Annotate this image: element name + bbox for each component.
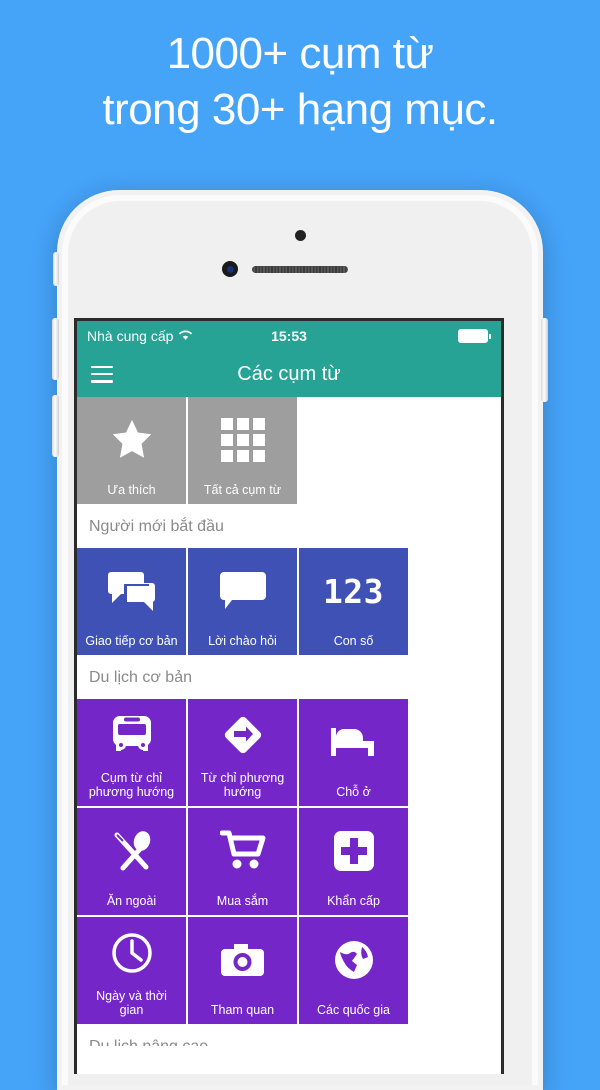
power-button[interactable] <box>541 318 548 402</box>
app-nav-bar: Các cụm từ <box>77 351 501 397</box>
tile-label: Ăn ngoài <box>106 894 157 908</box>
tile-row-beginner: Giao tiếp cơ bản Lời chào hỏi 123 Con số <box>77 548 501 655</box>
headline-line-1: 1000+ cụm từ <box>166 29 434 78</box>
battery-full-icon <box>458 329 491 343</box>
tile-label: Từ chỉ phương hướng <box>200 771 285 799</box>
direction-sign-icon <box>188 699 297 771</box>
chat-bubbles-icon <box>77 548 186 634</box>
silent-switch-button[interactable] <box>53 252 59 286</box>
tile-eating-out[interactable]: Ăn ngoài <box>77 808 186 915</box>
tile-emergency[interactable]: Khẩn cấp <box>299 808 408 915</box>
proximity-sensor-icon <box>295 230 306 241</box>
star-icon <box>77 397 186 483</box>
camera-icon <box>188 917 297 1003</box>
tile-countries[interactable]: Các quốc gia <box>299 917 408 1024</box>
tile-favorites[interactable]: Ưa thích <box>77 397 186 504</box>
quick-access-tile-row: Ưa thích Tất cả cụm từ <box>77 397 501 504</box>
carrier-label: Nhà cung cấp <box>87 328 174 344</box>
tile-label: Khẩn cấp <box>327 894 380 908</box>
tile-label: Con số <box>333 634 374 648</box>
tile-all-phrases[interactable]: Tất cả cụm từ <box>188 397 297 504</box>
tile-label: Ngày và thời gian <box>96 989 167 1017</box>
section-header-beginner: Người mới bắt đầu <box>77 504 501 548</box>
numbers-glyph: 123 <box>322 571 385 611</box>
wifi-icon <box>178 328 193 344</box>
earpiece-speaker <box>252 266 348 273</box>
fork-spoon-icon <box>77 808 186 894</box>
tile-direction-words[interactable]: Từ chỉ phương hướng <box>188 699 297 806</box>
tile-accommodation[interactable]: Chỗ ở <box>299 699 408 806</box>
tile-label: Giao tiếp cơ bản <box>85 634 178 648</box>
status-bar: Nhà cung cấp 15:53 <box>77 321 501 351</box>
tile-label: Lời chào hỏi <box>208 634 277 648</box>
numbers-123-icon: 123 <box>299 548 408 634</box>
bed-icon <box>299 699 408 785</box>
tile-numbers[interactable]: 123 Con số <box>299 548 408 655</box>
tile-label: Các quốc gia <box>317 1003 390 1017</box>
tile-label: Ưa thích <box>107 483 156 497</box>
headline-line-2: trong 30+ hạng mục. <box>102 85 498 134</box>
tile-shopping[interactable]: Mua sắm <box>188 808 297 915</box>
clock-icon <box>77 917 186 989</box>
page-title: Các cụm từ <box>237 362 341 385</box>
tile-grid-basic-travel: Cụm từ chỉ phương hướng Từ chỉ phương hư… <box>77 699 501 1024</box>
tile-label: Tham quan <box>210 1003 275 1017</box>
volume-up-button[interactable] <box>52 318 59 380</box>
hamburger-menu-icon[interactable] <box>91 365 113 383</box>
tile-direction-phrases[interactable]: Cụm từ chỉ phương hướng <box>77 699 186 806</box>
tile-label: Tất cả cụm từ <box>203 483 282 497</box>
grid-3x3-icon <box>188 397 297 483</box>
globe-icon <box>299 917 408 1003</box>
speech-bubble-icon <box>188 548 297 634</box>
tile-sightseeing[interactable]: Tham quan <box>188 917 297 1024</box>
phone-screen: Nhà cung cấp 15:53 Các cụm từ Ưa thích T… <box>74 318 504 1074</box>
tile-basic-conversation[interactable]: Giao tiếp cơ bản <box>77 548 186 655</box>
carrier-group: Nhà cung cấp <box>87 328 193 344</box>
tile-label: Cụm từ chỉ phương hướng <box>88 771 175 799</box>
front-camera-icon <box>222 261 238 277</box>
section-header-basic-travel: Du lịch cơ bản <box>77 655 501 699</box>
tile-greetings[interactable]: Lời chào hỏi <box>188 548 297 655</box>
volume-down-button[interactable] <box>52 395 59 457</box>
phone-mockup: Nhà cung cấp 15:53 Các cụm từ Ưa thích T… <box>52 190 548 1090</box>
plus-cross-icon <box>299 808 408 894</box>
tile-label: Mua sắm <box>216 894 269 908</box>
bus-icon <box>77 699 186 771</box>
tile-date-time[interactable]: Ngày và thời gian <box>77 917 186 1024</box>
tile-label: Chỗ ở <box>336 785 371 799</box>
section-header-advanced-travel-clipped: Du lịch nâng cao <box>77 1024 501 1046</box>
shopping-cart-icon <box>188 808 297 894</box>
promo-headline: 1000+ cụm từ trong 30+ hạng mục. <box>0 26 600 138</box>
